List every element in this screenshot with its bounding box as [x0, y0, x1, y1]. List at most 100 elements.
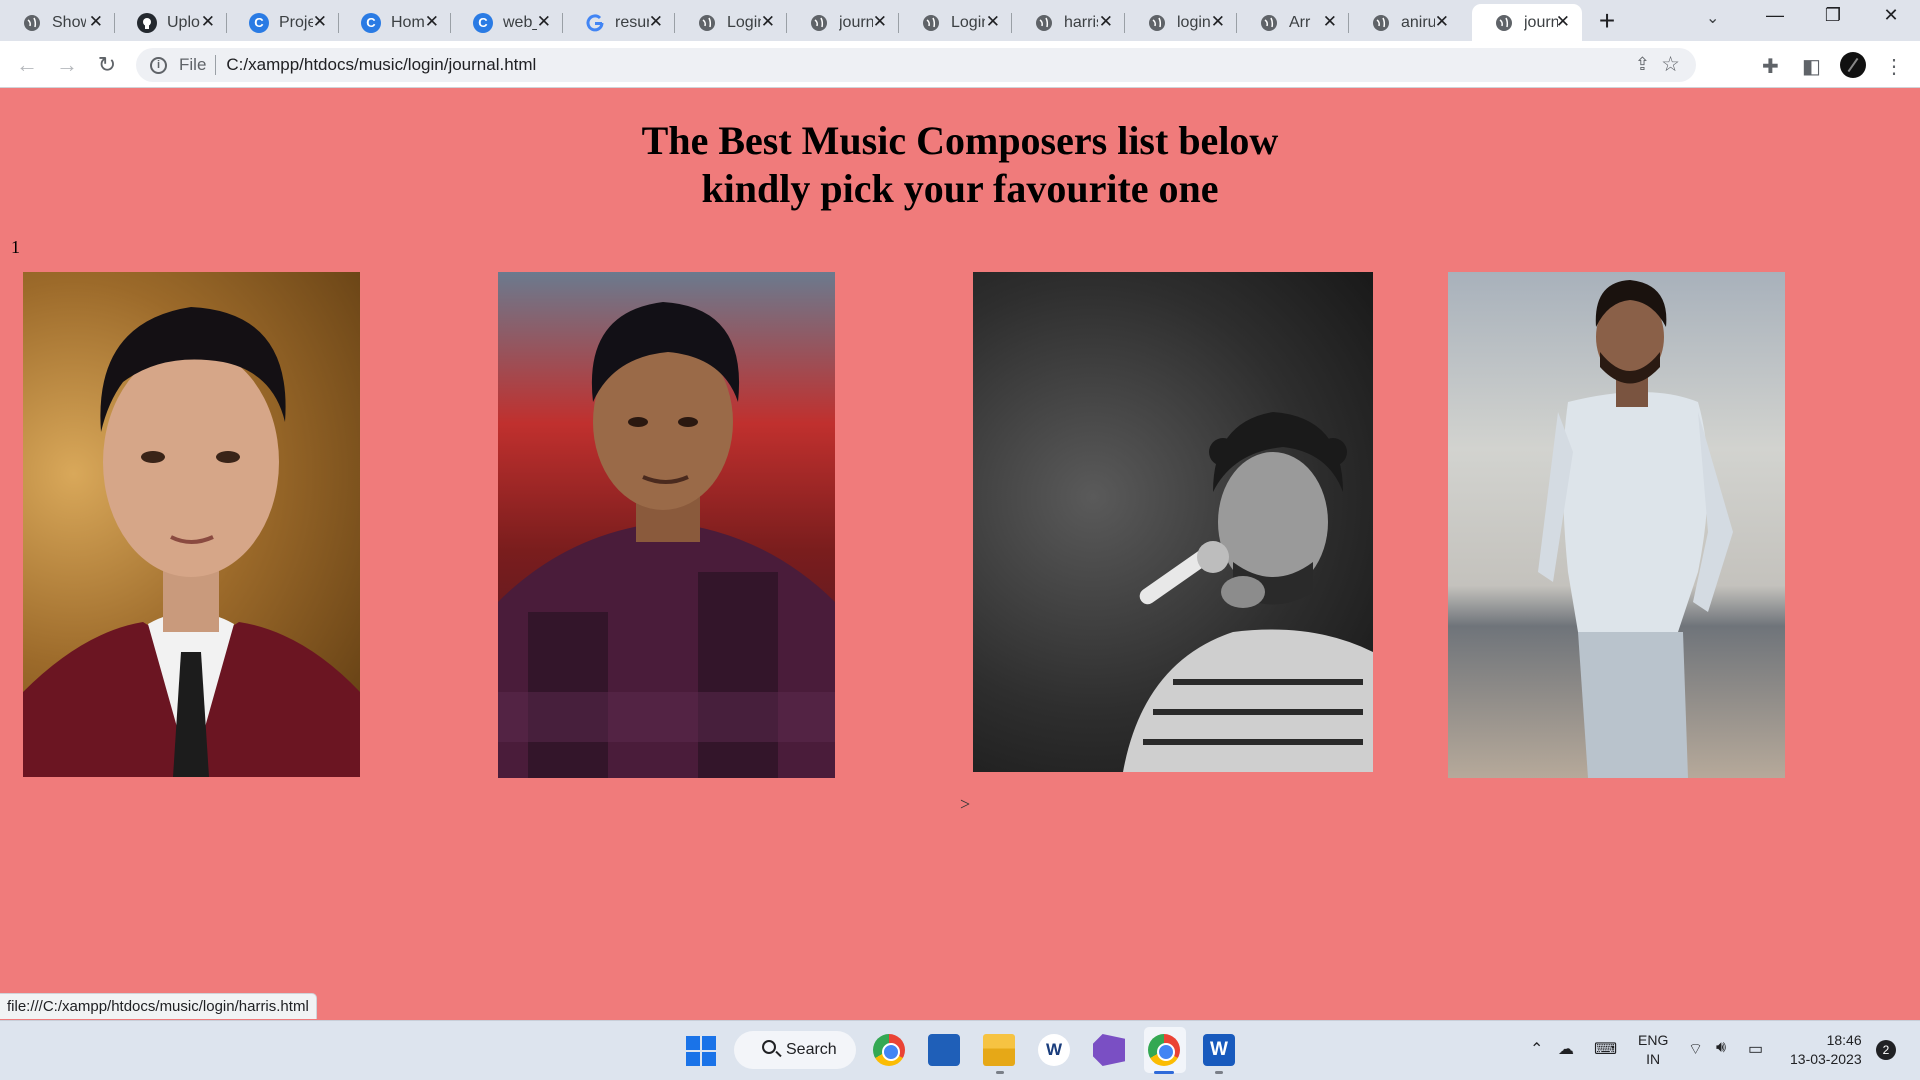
tab-label: journ — [839, 13, 873, 31]
stray-text: > — [960, 794, 971, 814]
share-icon[interactable]: ⇪ — [1635, 54, 1650, 75]
browser-tab-strip: Show ✕ Uplo ✕ C Proje ✕ C Hom ✕ C web_ ✕… — [0, 0, 1920, 41]
wamp-app-icon[interactable]: W — [1038, 1034, 1070, 1066]
close-window-icon[interactable]: ✕ — [1868, 5, 1914, 26]
tab-label: harris — [1064, 13, 1098, 31]
composer-photo-1[interactable] — [23, 272, 360, 777]
composer-photo-4[interactable] — [1448, 272, 1785, 778]
taskbar-search[interactable]: Search — [734, 1031, 856, 1069]
chrome-app-icon[interactable] — [873, 1034, 905, 1066]
tab-search-chevron-icon[interactable]: ⌄ — [1706, 8, 1719, 28]
close-tab-icon[interactable]: ✕ — [649, 13, 663, 31]
tab-label: Hom — [391, 13, 425, 31]
close-tab-icon[interactable]: ✕ — [425, 13, 439, 31]
chrome-app-icon-active[interactable] — [1148, 1034, 1180, 1066]
close-tab-icon[interactable]: ✕ — [1556, 13, 1570, 31]
browser-tab-12[interactable]: Arr ✕ — [1237, 4, 1349, 41]
clock-date: 13-03-2023 — [1790, 1051, 1862, 1067]
close-tab-icon[interactable]: ✕ — [1323, 13, 1337, 31]
info-icon[interactable]: i — [150, 56, 167, 74]
browser-tab-8[interactable]: journ ✕ — [787, 4, 899, 41]
language-indicator[interactable]: ENG IN — [1638, 1031, 1668, 1069]
list-number: 1 — [11, 237, 20, 257]
close-tab-icon[interactable]: ✕ — [761, 13, 775, 31]
page-heading: The Best Music Composers list below kind… — [0, 117, 1920, 213]
profile-avatar[interactable] — [1840, 52, 1866, 78]
side-panel-icon[interactable]: ◧ — [1802, 54, 1821, 79]
microsoft-store-icon[interactable] — [928, 1034, 960, 1066]
close-tab-icon[interactable]: ✕ — [89, 13, 103, 31]
tab-label: resur — [615, 13, 649, 31]
volume-icon[interactable]: 🔊︎ — [1716, 1039, 1726, 1057]
forward-arrow-icon[interactable]: → — [52, 50, 82, 80]
language-code: ENG — [1638, 1032, 1669, 1048]
word-app-icon[interactable]: W — [1203, 1034, 1235, 1066]
restore-icon[interactable]: ❐ — [1810, 5, 1856, 26]
composer-photo-3[interactable] — [973, 272, 1373, 772]
browser-tab-5[interactable]: C web_ ✕ — [451, 4, 563, 41]
chevron-up-icon[interactable]: ⌃ — [1530, 1039, 1543, 1059]
globe-icon — [22, 13, 42, 33]
extensions-puzzle-icon[interactable]: ✚ — [1762, 54, 1779, 79]
google-icon — [585, 13, 605, 33]
composer-portrait-3 — [1123, 412, 1373, 772]
wifi-icon[interactable]: ⌔ — [1688, 1039, 1703, 1059]
browser-tab-10[interactable]: harris ✕ — [1012, 4, 1125, 41]
close-tab-icon[interactable]: ✕ — [873, 13, 887, 31]
close-tab-icon[interactable]: ✕ — [1211, 13, 1225, 31]
tab-label: journ — [1524, 13, 1558, 31]
close-tab-icon[interactable]: ✕ — [986, 13, 1000, 31]
back-arrow-icon[interactable]: ← — [12, 50, 42, 80]
url-text[interactable]: C:/xampp/htdocs/music/login/journal.html — [226, 55, 536, 75]
close-tab-icon[interactable]: ✕ — [313, 13, 327, 31]
battery-icon[interactable]: ▭ — [1748, 1039, 1763, 1059]
browser-tab-13[interactable]: aniru ✕ — [1349, 4, 1461, 41]
browser-tab-1[interactable]: Show ✕ — [0, 4, 115, 41]
close-tab-icon[interactable]: ✕ — [1435, 13, 1449, 31]
taskbar-search-label: Search — [786, 1041, 837, 1058]
minimize-icon[interactable]: — — [1752, 5, 1798, 26]
close-tab-icon[interactable]: ✕ — [201, 13, 215, 31]
globe-icon — [697, 13, 717, 33]
visual-studio-icon[interactable] — [1093, 1034, 1125, 1066]
tab-label: Uplo — [167, 13, 200, 31]
new-tab-button[interactable]: + — [1592, 7, 1622, 37]
menu-kebab-icon[interactable]: ⋮ — [1884, 54, 1904, 79]
onedrive-cloud-icon[interactable]: ☁ — [1558, 1039, 1574, 1059]
browser-tab-9[interactable]: Login ✕ — [899, 4, 1012, 41]
link-status-bubble: file:///C:/xampp/htdocs/music/login/harr… — [0, 993, 317, 1019]
reload-icon[interactable]: ↻ — [92, 50, 122, 80]
browser-tab-11[interactable]: login ✕ — [1125, 4, 1237, 41]
close-tab-icon[interactable]: ✕ — [537, 13, 551, 31]
tab-label: login — [1177, 13, 1211, 31]
canva-icon: C — [473, 12, 493, 33]
browser-tab-4[interactable]: C Hom ✕ — [339, 4, 451, 41]
composer-portrait-1 — [23, 307, 360, 777]
file-explorer-icon[interactable] — [983, 1034, 1015, 1066]
composer-portrait-4 — [1538, 280, 1733, 778]
bookmark-star-icon[interactable]: ☆ — [1661, 52, 1680, 77]
browser-tab-3[interactable]: C Proje ✕ — [227, 4, 339, 41]
notification-badge[interactable]: 2 — [1876, 1040, 1896, 1060]
globe-icon — [1259, 13, 1279, 33]
browser-tab-7[interactable]: Login ✕ — [675, 4, 787, 41]
globe-icon — [921, 13, 941, 33]
globe-icon — [809, 13, 829, 33]
running-indicator — [996, 1071, 1004, 1074]
windows-start-icon[interactable] — [686, 1036, 716, 1066]
composer-portrait-2 — [498, 302, 835, 778]
close-tab-icon[interactable]: ✕ — [1099, 13, 1113, 31]
browser-tab-active[interactable]: journ ✕ — [1472, 4, 1582, 41]
canva-icon: C — [361, 12, 381, 33]
browser-tab-6[interactable]: resur ✕ — [563, 4, 675, 41]
page-content: The Best Music Composers list below kind… — [0, 89, 1920, 1019]
keyboard-icon[interactable]: ⌨ — [1594, 1039, 1617, 1059]
region-code: IN — [1646, 1051, 1661, 1067]
heading-line-1: The Best Music Composers list below — [641, 118, 1279, 163]
address-bar[interactable]: i File C:/xampp/htdocs/music/login/journ… — [136, 48, 1696, 82]
tab-label: web_ — [503, 13, 537, 31]
browser-tab-2[interactable]: Uplo ✕ — [115, 4, 227, 41]
composer-photo-2[interactable] — [498, 272, 835, 778]
clock[interactable]: 18:46 13-03-2023 — [1790, 1031, 1862, 1069]
search-icon — [762, 1040, 776, 1054]
